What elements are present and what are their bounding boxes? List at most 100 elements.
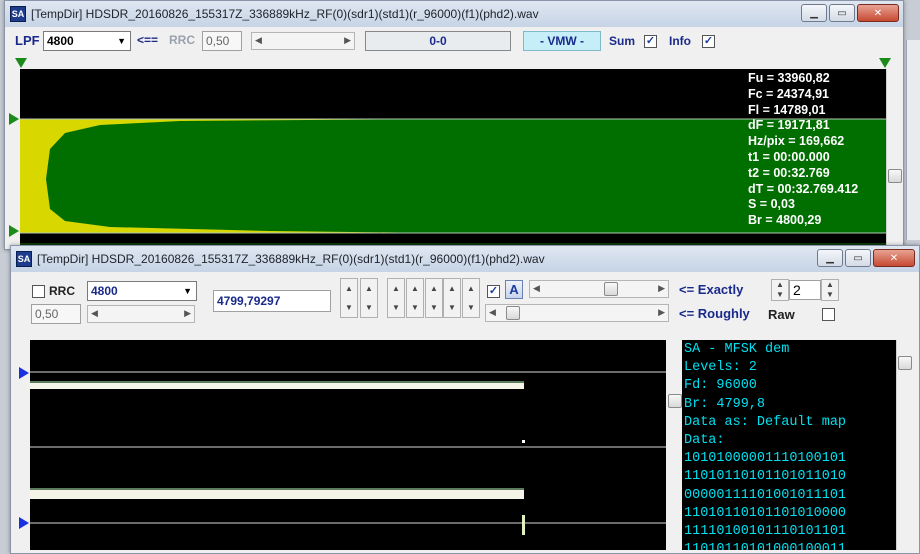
lpf-select-value: 4800 — [47, 34, 74, 48]
rrc-slider[interactable]: ◀ ▶ — [87, 305, 195, 323]
demod-output-terminal[interactable]: SA - MFSK dem Levels: 2 Fd: 96000 Br: 47… — [682, 340, 896, 550]
baud-rate-field[interactable]: 4799,79297 — [213, 290, 331, 312]
sa-app-icon: SA — [10, 6, 26, 22]
chevron-down-icon: ▼ — [183, 286, 192, 296]
close-button[interactable]: ✕ — [873, 249, 915, 267]
spectrogram-view[interactable]: Fu = 33960,82 Fc = 24374,91 Fl = 14789,0… — [20, 69, 886, 247]
exactly-label[interactable]: <= Exactly — [679, 282, 743, 297]
slider-right-arrow-icon: ▶ — [344, 35, 351, 45]
scrollbar-thumb[interactable] — [888, 169, 902, 183]
info-checkbox[interactable]: ✓ — [702, 35, 715, 48]
sum-label: Sum — [609, 34, 636, 48]
minimize-button[interactable]: ▁ — [817, 249, 843, 267]
roughly-label[interactable]: <= Roughly — [679, 306, 750, 321]
info-t2: t2 = 00:32.769 — [748, 165, 830, 180]
scrollbar-thumb[interactable] — [668, 394, 682, 408]
sa-app-icon: SA — [16, 251, 32, 267]
spectrum-vertical-scrollbar[interactable] — [886, 69, 903, 247]
rrc-value-field[interactable]: 0,50 — [202, 31, 242, 51]
slider-left-arrow-icon: ◀ — [489, 307, 496, 317]
slider-left-arrow-icon: ◀ — [91, 308, 98, 318]
info-df: dF = 19171,81 — [748, 118, 830, 133]
symbol-waveform-graphic — [30, 371, 666, 535]
slider-left-arrow-icon: ◀ — [533, 283, 540, 293]
rrc-label: RRC — [49, 284, 75, 298]
info-fc: Fc = 24374,91 — [748, 86, 829, 101]
info-dt: dT = 00:32.769.412 — [748, 181, 859, 196]
apply-arrow-label[interactable]: <== — [137, 33, 158, 47]
lower-level-marker-icon[interactable] — [19, 517, 29, 529]
maximize-button[interactable]: ▭ — [829, 4, 855, 22]
auto-a-button[interactable]: A — [505, 280, 523, 299]
slider-right-arrow-icon: ▶ — [658, 307, 665, 317]
slider-right-arrow-icon: ▶ — [184, 308, 191, 318]
digit-spinner-1[interactable]: ▲ ▼ — [340, 278, 358, 318]
window-title: [TempDir] HDSDR_20160826_155317Z_336889k… — [31, 7, 539, 21]
digit-spinner-3[interactable]: ▲ ▼ — [387, 278, 405, 318]
demodulator-window-titlebar[interactable]: SA [TempDir] HDSDR_20160826_155317Z_3368… — [11, 246, 919, 272]
rough-tune-slider[interactable]: ◀ ▶ — [485, 304, 669, 322]
info-fl: Fl = 14789,01 — [748, 102, 826, 117]
right-frequency-marker-icon[interactable] — [879, 58, 891, 68]
rrc-value-field[interactable]: 0,50 — [31, 304, 81, 324]
filter-select[interactable]: 4800 ▼ — [87, 281, 197, 301]
info-label: Info — [669, 34, 691, 48]
levels-spinner[interactable]: ▲ ▼ — [771, 279, 789, 301]
rrc-label: RRC — [169, 33, 195, 47]
spectrum-window-titlebar[interactable]: SA [TempDir] HDSDR_20160826_155317Z_3368… — [5, 1, 903, 27]
terminal-line: 11010110101000100011 — [684, 542, 847, 550]
bottom-time-marker-icon[interactable] — [9, 225, 19, 237]
terminal-line: Levels: 2 — [684, 360, 757, 376]
levels-field[interactable]: 2 — [789, 280, 821, 300]
terminal-line: Data as: Default map — [684, 414, 847, 430]
raw-label: Raw — [768, 307, 795, 322]
symbol-waveform-view[interactable] — [30, 340, 666, 550]
left-frequency-marker-icon[interactable] — [15, 58, 27, 68]
maximize-button[interactable]: ▭ — [845, 249, 871, 267]
info-hz-per-pix: Hz/pix = 169,662 — [748, 134, 845, 149]
window-title: [TempDir] HDSDR_20160826_155317Z_336889k… — [37, 252, 545, 266]
slider-left-arrow-icon: ◀ — [255, 35, 262, 45]
terminal-line: 00000111101001011101 — [684, 487, 847, 503]
spectrum-window: SA [TempDir] HDSDR_20160826_155317Z_3368… — [4, 0, 904, 250]
close-button[interactable]: ✕ — [857, 4, 899, 22]
terminal-line: 10101000001110100101 — [684, 451, 847, 467]
digit-spinner-4[interactable]: ▲ ▼ — [406, 278, 424, 318]
info-t1: t1 = 00:00.000 — [748, 149, 830, 164]
info-fu: Fu = 33960,82 — [748, 71, 830, 85]
slider-thumb[interactable] — [506, 306, 520, 320]
digit-spinner-5[interactable]: ▲ ▼ — [425, 278, 443, 318]
filter-select-value: 4800 — [91, 284, 118, 298]
digit-spinner-6[interactable]: ▲ ▼ — [443, 278, 461, 318]
terminal-line: Br: 4799,8 — [684, 396, 766, 412]
digit-spinner-2[interactable]: ▲ ▼ — [360, 278, 378, 318]
sum-checkbox[interactable]: ✓ — [644, 35, 657, 48]
auto-checkbox[interactable]: ✓ — [487, 285, 500, 298]
chevron-down-icon: ▼ — [117, 36, 126, 46]
terminal-line: 11010110101101011010 — [684, 469, 847, 485]
range-display: 0-0 — [365, 31, 511, 51]
exact-tune-slider[interactable]: ◀ ▶ — [529, 280, 669, 298]
top-time-marker-icon[interactable] — [9, 113, 19, 125]
demodulator-window: SA [TempDir] HDSDR_20160826_155317Z_3368… — [10, 245, 920, 554]
terminal-line: SA - MFSK dem — [684, 342, 790, 357]
rrc-checkbox[interactable] — [32, 285, 45, 298]
scrollbar-thumb[interactable] — [898, 356, 912, 370]
terminal-line: Data: — [684, 433, 725, 449]
raw-checkbox[interactable] — [822, 308, 835, 321]
lpf-select[interactable]: 4800 ▼ — [43, 31, 131, 51]
terminal-line: 11110100101110101101 — [684, 524, 847, 540]
spectrum-info-panel: Fu = 33960,82 Fc = 24374,91 Fl = 14789,0… — [748, 71, 858, 229]
upper-level-marker-icon[interactable] — [19, 367, 29, 379]
slider-right-arrow-icon: ▶ — [658, 283, 665, 293]
slider-thumb[interactable] — [604, 282, 618, 296]
digit-spinner-7[interactable]: ▲ ▼ — [462, 278, 480, 318]
info-s: S = 0,03 — [748, 197, 795, 212]
vmw-button[interactable]: - VMW - — [523, 31, 601, 51]
terminal-line: 11010110101101010000 — [684, 505, 847, 521]
terminal-vertical-scrollbar[interactable] — [896, 340, 913, 550]
waveform-side-scrollbar[interactable] — [668, 340, 682, 550]
minimize-button[interactable]: ▁ — [801, 4, 827, 22]
rrc-slider[interactable]: ◀ ▶ — [251, 32, 355, 50]
levels-side-spinner[interactable]: ▲ ▼ — [821, 279, 839, 301]
